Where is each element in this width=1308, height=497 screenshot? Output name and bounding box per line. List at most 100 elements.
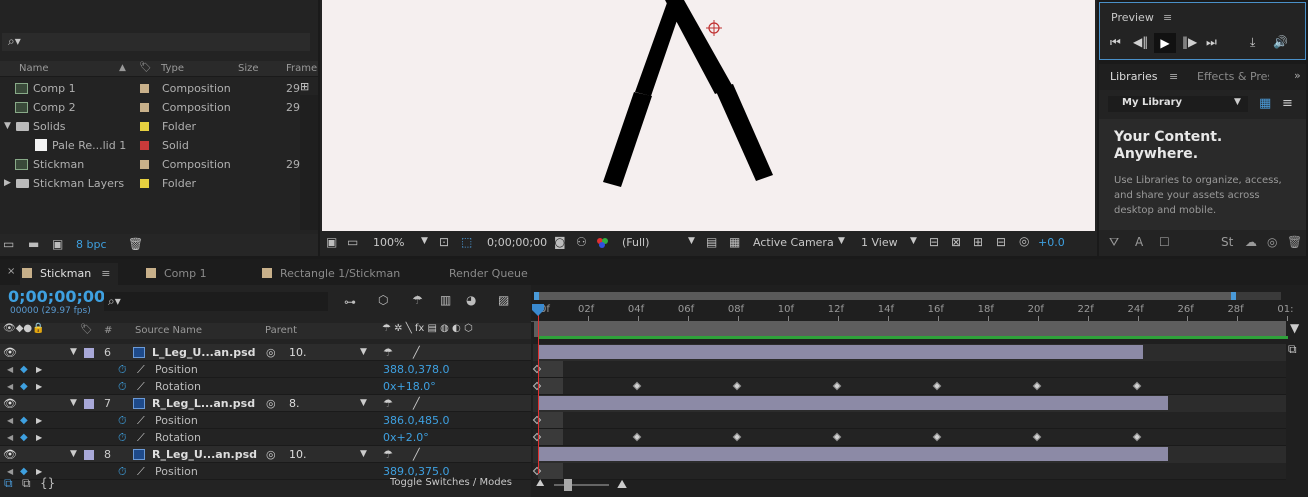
trash-icon[interactable]: 🗑 [128, 237, 143, 251]
keyframe-toggle-icon[interactable]: ◆ [20, 429, 28, 446]
keyframe-toggle-icon[interactable]: ◆ [20, 412, 28, 429]
show-snapshot-icon[interactable]: ⚇ [576, 235, 587, 249]
fast-previews-icon[interactable]: ▤ [706, 235, 717, 249]
property-row[interactable]: ◀ ◆ ▶ ⏱ ⟋ Rotation 0x+18.0° [0, 378, 531, 395]
timeline-link-icon[interactable]: ⊠ [951, 235, 961, 249]
new-composition-icon[interactable]: ▣ [52, 237, 63, 251]
zoom-slider-thumb[interactable] [564, 479, 572, 491]
new-folder-icon[interactable]: ▬ [28, 237, 39, 251]
add-graphic-icon[interactable]: ⛛ [1109, 235, 1119, 250]
chevron-down-icon[interactable]: ▼ [360, 395, 367, 412]
layer-flowchart-icon[interactable]: ⊟ [996, 235, 1006, 249]
quality-switch-icon[interactable]: ╱ [413, 395, 420, 412]
frame-blending-icon[interactable]: ▥ [440, 293, 451, 307]
property-value[interactable]: 388.0,378.0 [383, 361, 449, 378]
property-row[interactable]: ◀ ◆ ▶ ⏱ ⟋ Position 386.0,485.0 [0, 412, 531, 429]
composition-canvas[interactable] [322, 0, 1095, 231]
timeline-timecode[interactable]: 0;00;00;00 [8, 287, 105, 306]
play-button[interactable]: ▶ [1154, 33, 1176, 53]
label-swatch[interactable] [140, 179, 149, 188]
resolution-select[interactable]: (Full) [622, 236, 649, 249]
project-item[interactable]: Comp 1 Composition 29 [0, 79, 300, 98]
exposure-value[interactable]: +0.0 [1038, 236, 1065, 249]
keyframe[interactable] [1132, 381, 1141, 391]
work-area-start-handle[interactable] [534, 292, 539, 300]
zoom-in-icon[interactable]: ⛰ [617, 477, 627, 492]
property-value[interactable]: 386.0,485.0 [383, 412, 449, 429]
expand-triangle-icon[interactable]: ▼ [70, 395, 77, 412]
keyframe-toggle-icon[interactable]: ◆ [20, 361, 28, 378]
layer-switches-icon[interactable]: ⧉ [4, 476, 13, 491]
hide-shy-layers-icon[interactable]: ☂ [412, 293, 423, 307]
column-parent[interactable]: Parent [265, 325, 297, 336]
quality-switch-icon[interactable]: ╱ [413, 446, 420, 463]
label-swatch[interactable] [140, 141, 149, 150]
layer-row[interactable]: 👁▼6L_Leg_U...an.psd◎10. Body/Stic▼☂╱ [0, 344, 531, 376]
pick-whip-icon[interactable]: ◎ [266, 344, 276, 361]
project-item[interactable]: Pale Re...lid 1 Solid [0, 136, 300, 155]
library-select[interactable]: My Library ▼ [1108, 96, 1248, 112]
expand-triangle-icon[interactable]: ▼ [70, 344, 77, 361]
last-frame-icon[interactable]: ⏭ [1206, 35, 1217, 50]
chevron-down-icon[interactable]: ▼ [360, 446, 367, 463]
property-row[interactable]: ◀ ◆ ▶ ⏱ ⟋ Position 388.0,378.0 [0, 361, 531, 378]
viewer-timecode[interactable]: 0;00;00;00 [487, 236, 547, 249]
tab-overflow-icon[interactable]: » [1294, 69, 1301, 82]
loop-icon[interactable]: ⤓ [1250, 35, 1255, 50]
audio-icon[interactable]: 🔊 [1273, 35, 1288, 49]
quality-switch-icon[interactable]: ╱ [413, 344, 420, 361]
tab-stickman[interactable]: Stickman ≡ [20, 263, 118, 285]
layer-row[interactable]: 👁▼8R_Leg_U...an.psd◎10. Body/Stic▼☂╱ [0, 446, 531, 478]
toggle-switches-modes[interactable]: Toggle Switches / Modes [390, 477, 512, 488]
safe-margins-icon[interactable]: ⊡ [439, 235, 449, 249]
panel-menu-icon[interactable]: ≡ [1169, 70, 1178, 83]
pick-whip-icon[interactable]: ◎ [266, 395, 276, 412]
keyframe[interactable] [1132, 432, 1141, 442]
bit-depth-label[interactable]: 8 bpc [76, 238, 107, 251]
stock-icon[interactable]: St [1221, 235, 1233, 249]
shy-switch-icon[interactable]: ☂ [383, 395, 393, 412]
timeline-zoom-slider[interactable]: ⛰ ⛰ [531, 476, 641, 494]
keyframe[interactable] [1032, 381, 1041, 391]
graph-editor-icon[interactable]: ▨ [498, 293, 509, 307]
panel-menu-icon[interactable]: ≡ [1163, 11, 1172, 24]
stopwatch-icon[interactable]: ⏱ [118, 412, 127, 429]
next-keyframe-icon[interactable]: ▶ [36, 412, 42, 429]
layer-name[interactable]: L_Leg_U...an.psd [152, 344, 256, 361]
next-keyframe-icon[interactable]: ▶ [36, 429, 42, 446]
pick-whip-icon[interactable]: ◎ [266, 446, 276, 463]
work-area-end-handle[interactable] [1231, 292, 1236, 300]
disclosure-triangle-icon[interactable]: ▶ [4, 174, 11, 193]
eye-icon[interactable]: 👁 [3, 395, 17, 412]
keyframe[interactable] [932, 432, 941, 442]
color-channels-icon[interactable] [597, 238, 609, 248]
monitor-icon[interactable]: ▭ [347, 235, 358, 249]
next-frame-icon[interactable]: ‖▶ [1182, 35, 1197, 49]
label-swatch[interactable] [140, 103, 149, 112]
chevron-down-icon[interactable]: ▼ [910, 236, 917, 246]
layer-name[interactable]: R_Leg_L...an.psd [152, 395, 255, 412]
draft-3d-icon[interactable]: ⬡ [378, 293, 388, 307]
stopwatch-icon[interactable]: ⏱ [118, 429, 127, 446]
stopwatch-icon[interactable]: ⏱ [118, 361, 127, 378]
layer-duration-bar[interactable] [538, 345, 1143, 359]
next-keyframe-icon[interactable]: ▶ [36, 361, 42, 378]
always-preview-icon[interactable]: ▣ [326, 235, 337, 249]
column-name[interactable]: Name [19, 63, 49, 74]
comp-mini-flowchart-icon[interactable]: ⊶ [344, 295, 356, 309]
tab-effects-presets[interactable]: Effects & Pres [1197, 70, 1269, 83]
eye-icon[interactable]: 👁 [3, 344, 17, 361]
keyframe[interactable] [632, 432, 642, 442]
close-icon[interactable]: × [7, 266, 15, 277]
label-swatch[interactable] [84, 450, 94, 460]
stopwatch-icon[interactable]: ⏱ [118, 378, 127, 395]
column-type[interactable]: Type [161, 63, 184, 74]
label-swatch[interactable] [84, 348, 94, 358]
keyframe[interactable] [1032, 432, 1041, 442]
project-item[interactable]: ▼ Solids Folder [0, 117, 300, 136]
layer-row[interactable]: 👁▼7R_Leg_L...an.psd◎8. R_Leg_Up|▼☂╱ [0, 395, 531, 427]
column-size[interactable]: Size [238, 63, 259, 74]
layer-name[interactable]: R_Leg_U...an.psd [152, 446, 257, 463]
layer-duration-bar[interactable] [538, 396, 1168, 410]
work-area-bar[interactable] [534, 292, 1281, 300]
